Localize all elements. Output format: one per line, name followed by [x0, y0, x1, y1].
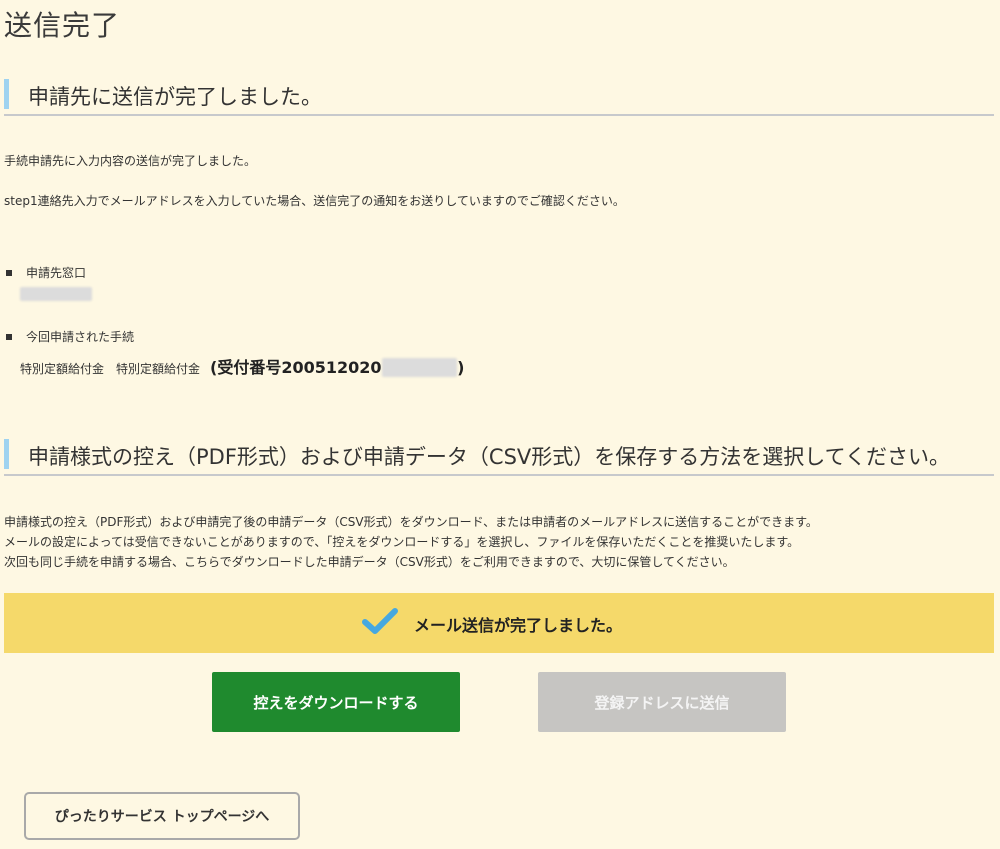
save-info-line2: メールの設定によっては受信できないことがありますので、「控えをダウンロードする」…: [4, 535, 800, 549]
check-icon: [362, 608, 398, 634]
download-copy-button[interactable]: 控えをダウンロードする: [212, 672, 460, 732]
mail-sent-banner: メール送信が完了しました。: [4, 593, 994, 653]
section-heading-complete: 申請先に送信が完了しました。: [4, 72, 994, 116]
send-to-address-button[interactable]: 登録アドレスに送信: [538, 672, 786, 732]
office-label: 申請先窓口: [6, 264, 86, 281]
page-title: 送信完了: [4, 9, 121, 42]
completion-message: 手続申請先に入力内容の送信が完了しました。: [4, 154, 257, 168]
heading-text: 申請先に送信が完了しました。: [28, 85, 322, 109]
bullet-square-icon: [6, 269, 12, 276]
top-page-button[interactable]: ぴったりサービス トップページへ: [24, 792, 300, 840]
banner-text: メール送信が完了しました。: [414, 616, 623, 635]
heading-accent-bar: [4, 79, 9, 109]
heading-accent-bar: [4, 439, 9, 469]
heading-text: 申請様式の控え（PDF形式）および申請データ（CSV形式）を保存する方法を選択し…: [28, 445, 951, 469]
save-info-line1: 申請様式の控え（PDF形式）および申請完了後の申請データ（CSV形式）をダウンロ…: [4, 515, 818, 529]
save-info-line3: 次回も同じ手続を申請する場合、こちらでダウンロードした申請データ（CSV形式）を…: [4, 555, 735, 569]
procedure-label: 今回申請された手続: [6, 328, 134, 345]
section-heading-save-method: 申請様式の控え（PDF形式）および申請データ（CSV形式）を保存する方法を選択し…: [4, 432, 994, 476]
receipt-number: (受付番号200512020■■■■■): [210, 358, 465, 377]
office-value: ■■■ ■■■: [20, 287, 92, 301]
procedure-value: 特別定額給付金 特別定額給付金(受付番号200512020■■■■■): [20, 358, 465, 377]
bullet-square-icon: [6, 333, 12, 340]
notification-message: step1連絡先入力でメールアドレスを入力していた場合、送信完了の通知をお送りし…: [4, 194, 625, 208]
